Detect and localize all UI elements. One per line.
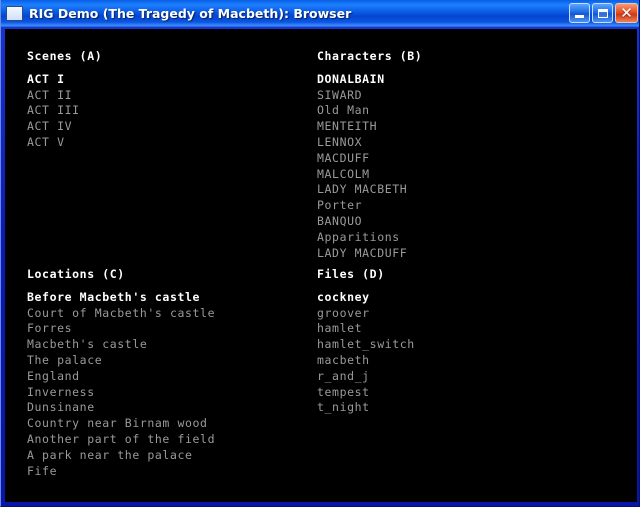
panel-locations: Locations (C) Before Macbeth's castle Cou… xyxy=(27,267,215,479)
list-item[interactable]: MACDUFF xyxy=(317,151,422,167)
list-item[interactable]: Forres xyxy=(27,321,215,337)
list-item[interactable]: Apparitions xyxy=(317,230,422,246)
locations-list: Before Macbeth's castle Court of Macbeth'… xyxy=(27,290,215,480)
list-item[interactable]: t_night xyxy=(317,400,415,416)
list-item[interactable]: Porter xyxy=(317,198,422,214)
list-item[interactable]: LENNOX xyxy=(317,135,422,151)
list-item[interactable]: cockney xyxy=(317,290,415,306)
list-item[interactable]: Macbeth's castle xyxy=(27,337,215,353)
panel-scenes: Scenes (A) ACT I ACT II ACT III ACT IV ACT V xyxy=(27,49,102,151)
list-item[interactable]: tempest xyxy=(317,385,415,401)
list-item[interactable]: Before Macbeth's castle xyxy=(27,290,215,306)
minimize-icon xyxy=(575,15,584,18)
list-item[interactable]: LADY MACDUFF xyxy=(317,246,422,262)
panel-scenes-title: Scenes (A) xyxy=(27,49,103,63)
application-window: RIG Demo (The Tragedy of Macbeth): Brows… xyxy=(0,0,640,507)
files-list: cockney groover hamlet hamlet_switch macbeth… xyxy=(317,290,415,416)
list-item[interactable]: ACT I xyxy=(27,72,102,88)
close-button[interactable]: ✕ xyxy=(615,3,638,23)
maximize-button[interactable] xyxy=(592,3,613,23)
panel-characters: Characters (B) DONALBAIN SIWARD Old Man MEN… xyxy=(317,49,422,261)
minimize-button[interactable] xyxy=(569,3,590,23)
maximize-icon xyxy=(597,8,608,18)
list-item[interactable]: The palace xyxy=(27,353,215,369)
list-item[interactable]: England xyxy=(27,369,215,385)
list-item[interactable]: SIWARD xyxy=(317,88,422,104)
panel-locations-title: Locations (C) xyxy=(27,267,125,281)
list-item[interactable]: BANQUO xyxy=(317,214,422,230)
list-item[interactable]: hamlet xyxy=(317,321,415,337)
list-item[interactable]: Country near Birnam wood xyxy=(27,416,215,432)
panel-files: Files (D) cockney groover hamlet hamlet_swi… xyxy=(317,267,415,416)
window-controls: ✕ xyxy=(569,3,638,23)
list-item[interactable]: LADY MACBETH xyxy=(317,182,422,198)
list-item[interactable]: Court of Macbeth's castle xyxy=(27,306,215,322)
list-item[interactable]: MENTEITH xyxy=(317,119,422,135)
window-title: RIG Demo (The Tragedy of Macbeth): Brows… xyxy=(29,6,352,21)
characters-list: DONALBAIN SIWARD Old Man MENTEITH LENNOX MACD… xyxy=(317,72,422,262)
panel-files-title: Files (D) xyxy=(317,267,385,281)
list-item[interactable]: Another part of the field xyxy=(27,432,215,448)
list-item[interactable]: Dunsinane xyxy=(27,400,215,416)
scenes-list: ACT I ACT II ACT III ACT IV ACT V xyxy=(27,72,102,151)
list-item[interactable]: Fife xyxy=(27,464,215,480)
list-item[interactable]: Inverness xyxy=(27,385,215,401)
list-item[interactable]: groover xyxy=(317,306,415,322)
list-item[interactable]: ACT III xyxy=(27,103,102,119)
list-item[interactable]: ACT V xyxy=(27,135,102,151)
list-item[interactable]: DONALBAIN xyxy=(317,72,422,88)
list-item[interactable]: r_and_j xyxy=(317,369,415,385)
list-item[interactable]: MALCOLM xyxy=(317,167,422,183)
list-item[interactable]: ACT II xyxy=(27,88,102,104)
close-icon: ✕ xyxy=(620,4,633,22)
list-item[interactable]: Old Man xyxy=(317,103,422,119)
panel-characters-title: Characters (B) xyxy=(317,49,423,63)
list-item[interactable]: hamlet_switch xyxy=(317,337,415,353)
list-item[interactable]: macbeth xyxy=(317,353,415,369)
list-item[interactable]: ACT IV xyxy=(27,119,102,135)
list-item[interactable]: A park near the palace xyxy=(27,448,215,464)
window-titlebar[interactable]: RIG Demo (The Tragedy of Macbeth): Brows… xyxy=(1,0,639,27)
window-app-icon xyxy=(6,6,23,21)
browser-canvas: Scenes (A) ACT I ACT II ACT III ACT IV ACT V… xyxy=(5,29,637,502)
